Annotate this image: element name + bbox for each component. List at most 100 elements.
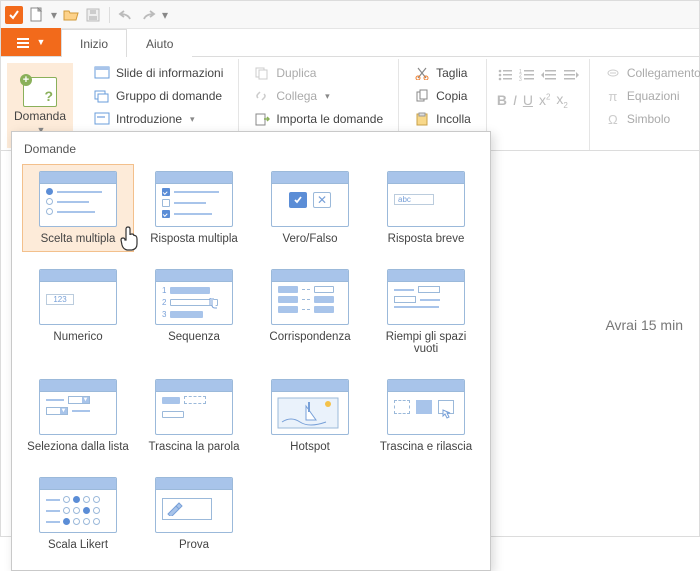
gruppo-domande-label: Gruppo di domande (116, 89, 222, 103)
gallery-item-trascina-parola[interactable]: Trascina la parola (138, 372, 250, 460)
gallery-item-numerico[interactable]: 123 Numerico (22, 262, 134, 362)
link-icon (254, 88, 270, 104)
duplica-button: Duplica (249, 63, 388, 83)
group-icon (94, 88, 110, 104)
redo-icon[interactable] (140, 7, 156, 23)
importa-button[interactable]: Importa le domande (249, 109, 388, 129)
simbolo-label: Simbolo (627, 112, 670, 126)
question-add-icon: +? (23, 77, 57, 107)
taglia-button[interactable]: Taglia (409, 63, 476, 83)
gallery-item-label: Trascina la parola (149, 441, 240, 453)
sequenza-thumb: 1 2 3 (155, 269, 233, 325)
new-file-dropdown-icon[interactable]: ▾ (51, 8, 57, 22)
hyperlink-icon (605, 65, 621, 81)
symbol-icon: Ω (605, 111, 621, 127)
collegamento-label: Collegamento ipertestuale (627, 66, 700, 80)
importa-label: Importa le domande (276, 112, 383, 126)
bold-icon[interactable]: B (497, 92, 507, 108)
riempi-spazi-thumb (387, 269, 465, 325)
gallery-item-corrispondenza[interactable]: Corrispondenza (254, 262, 366, 362)
gallery-item-label: Prova (179, 539, 209, 551)
gallery-item-sequenza[interactable]: 1 2 3 Sequenza (138, 262, 250, 362)
gallery-item-label: Vero/Falso (283, 233, 338, 245)
gallery-item-prova[interactable]: Prova (138, 470, 250, 558)
gallery-item-risposta-breve[interactable]: abc Risposta breve (370, 164, 482, 252)
outdent-icon[interactable] (541, 67, 557, 83)
new-file-icon[interactable] (29, 7, 45, 23)
gallery-item-scala-likert[interactable]: Scala Likert (22, 470, 134, 558)
quick-access-toolbar: ▾ ▾ (1, 1, 699, 29)
gallery-item-label: Risposta multipla (150, 233, 238, 245)
chevron-down-icon: ▾ (190, 114, 195, 125)
equation-icon: π (605, 88, 621, 104)
trascina-parola-thumb (155, 379, 233, 435)
subscript-icon[interactable]: x2 (556, 91, 567, 110)
file-tab[interactable]: ▼ (1, 28, 61, 56)
app-icon (5, 6, 23, 24)
open-folder-icon[interactable] (63, 7, 79, 23)
gallery-item-label: Risposta breve (388, 233, 465, 245)
incolla-button[interactable]: Incolla (409, 109, 476, 129)
gallery-item-vero-falso[interactable]: ✕ Vero/Falso (254, 164, 366, 252)
chevron-down-icon: ▼ (37, 37, 46, 47)
simbolo-button: Ω Simbolo (600, 109, 700, 129)
gallery-title: Domande (22, 138, 482, 164)
vero-falso-thumb: ✕ (271, 171, 349, 227)
text-format-row: B I U x2 x2 (497, 91, 579, 110)
underline-icon[interactable]: U (523, 92, 533, 108)
tab-inizio[interactable]: Inizio (61, 29, 127, 57)
list-format-row: 123 (497, 67, 579, 83)
qat-customize-icon[interactable]: ▾ (162, 8, 168, 22)
paste-icon (414, 111, 430, 127)
gallery-item-scelta-multipla[interactable]: Scelta multipla (22, 164, 134, 252)
prova-thumb (155, 477, 233, 533)
chevron-down-icon: ▾ (325, 91, 330, 102)
undo-icon[interactable] (118, 7, 134, 23)
slide-timer-text: Avrai 15 min (605, 317, 683, 333)
gallery-item-label: Scelta multipla (41, 233, 116, 245)
group-label-inserisci: Inserisci (600, 136, 700, 148)
indent-icon[interactable] (563, 67, 579, 83)
risposta-multipla-thumb (155, 171, 233, 227)
gallery-item-label: Hotspot (290, 441, 330, 453)
gallery-item-label: Numerico (53, 331, 102, 343)
risposta-breve-thumb: abc (387, 171, 465, 227)
gallery-item-label: Scala Likert (48, 539, 108, 551)
domanda-label: Domanda (14, 109, 66, 123)
superscript-icon[interactable]: x2 (539, 92, 550, 108)
numbering-icon[interactable]: 123 (519, 67, 535, 83)
slide-info-button[interactable]: Slide di informazioni (89, 63, 228, 83)
gallery-item-label: Riempi gli spazi vuoti (373, 331, 479, 355)
italic-icon[interactable]: I (513, 92, 517, 108)
incolla-label: Incolla (436, 112, 471, 126)
gallery-item-label: Trascina e rilascia (380, 441, 472, 453)
gallery-item-hotspot[interactable]: Hotspot (254, 372, 366, 460)
save-icon[interactable] (85, 7, 101, 23)
svg-text:3: 3 (519, 77, 522, 82)
scelta-multipla-thumb (39, 171, 117, 227)
question-type-gallery: Domande Scelta multipla (11, 131, 491, 571)
collega-label: Collega (276, 89, 317, 103)
equazioni-button: π Equazioni (600, 86, 700, 106)
introduzione-button[interactable]: Introduzione ▾ (89, 109, 228, 129)
gallery-item-label: Corrispondenza (269, 331, 350, 343)
collega-button: Collega ▾ (249, 86, 388, 106)
taglia-label: Taglia (436, 66, 467, 80)
gallery-item-riempi-spazi[interactable]: Riempi gli spazi vuoti (370, 262, 482, 362)
copia-button[interactable]: Copia (409, 86, 476, 106)
corrispondenza-thumb (271, 269, 349, 325)
bullets-icon[interactable] (497, 67, 513, 83)
seleziona-lista-thumb: ▼ ▼ (39, 379, 117, 435)
copy-icon (414, 88, 430, 104)
import-icon (254, 111, 270, 127)
gallery-item-seleziona-lista[interactable]: ▼ ▼ Seleziona dalla lista (22, 372, 134, 460)
gruppo-domande-button[interactable]: Gruppo di domande (89, 86, 228, 106)
num-placeholder: 123 (46, 294, 74, 305)
duplica-label: Duplica (276, 66, 316, 80)
gallery-item-trascina-rilascia[interactable]: Trascina e rilascia (370, 372, 482, 460)
hotspot-thumb (271, 379, 349, 435)
abc-placeholder: abc (394, 194, 434, 205)
ribbon-tabs: ▼ Inizio Aiuto (1, 29, 699, 57)
tab-aiuto[interactable]: Aiuto (127, 29, 192, 57)
gallery-item-risposta-multipla[interactable]: Risposta multipla (138, 164, 250, 252)
